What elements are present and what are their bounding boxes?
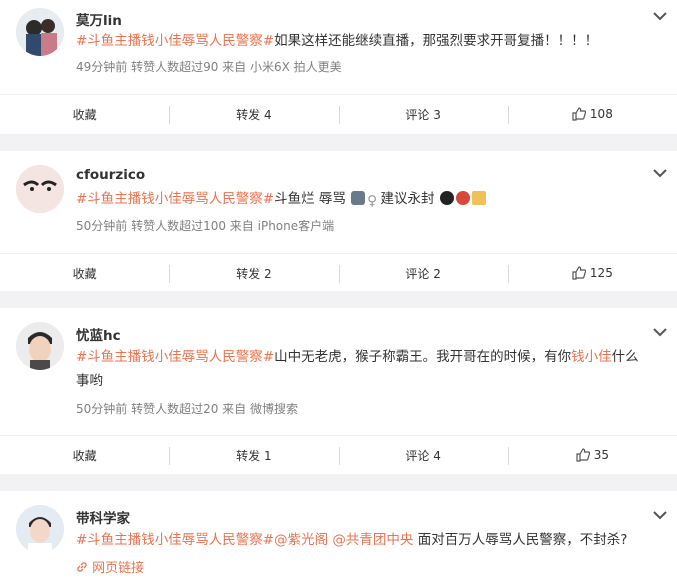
post-text: #斗鱼主播钱小佳辱骂人民警察#如果这样还能继续直播，那强烈要求开哥复播！！！！ — [76, 33, 599, 49]
female-sign-icon: ♀ — [367, 193, 378, 209]
comment-button[interactable]: 评论 4 — [338, 436, 508, 474]
comment-button[interactable]: 评论 3 — [338, 95, 508, 133]
hashtag-link[interactable]: #斗鱼主播钱小佳辱骂人民警察# — [76, 532, 274, 548]
repost-button[interactable]: 转发 2 — [169, 254, 338, 292]
thumbs-up-icon — [576, 448, 590, 462]
hashtag-link[interactable]: #斗鱼主播钱小佳辱骂人民警察# — [76, 191, 274, 207]
thumbs-up-icon — [572, 266, 586, 280]
post-text: #斗鱼主播钱小佳辱骂人民警察#山中无老虎，猴子称霸王。我开哥在的时候，有你钱小佳… — [76, 349, 639, 389]
username[interactable]: 带科学家 — [76, 507, 130, 527]
post-card: 忧蓝hc #斗鱼主播钱小佳辱骂人民警察#山中无老虎，猴子称霸王。我开哥在的时候，… — [0, 308, 677, 474]
like-button[interactable]: 125 — [507, 254, 677, 292]
house-emoji-icon — [471, 191, 486, 205]
repost-button[interactable]: 转发 4 — [169, 95, 338, 133]
avatar[interactable] — [16, 505, 64, 553]
comment-button[interactable]: 评论 2 — [338, 254, 508, 292]
mention-link[interactable]: @紫光阁 — [274, 532, 328, 548]
avatar[interactable] — [16, 165, 64, 213]
like-button[interactable]: 35 — [507, 436, 677, 474]
collect-button[interactable]: 收藏 — [0, 436, 169, 474]
collect-button[interactable]: 收藏 — [0, 254, 169, 292]
chevron-down-icon[interactable] — [653, 169, 667, 178]
post-meta: 50分钟前 转赞人数超过20 来自 微博搜索 — [76, 402, 298, 416]
chevron-down-icon[interactable] — [653, 12, 667, 21]
hashtag-link[interactable]: #斗鱼主播钱小佳辱骂人民警察# — [76, 33, 274, 49]
web-link[interactable]: 网页链接 — [76, 557, 144, 576]
hashtag-link[interactable]: #斗鱼主播钱小佳辱骂人民警察# — [76, 349, 274, 365]
action-bar: 收藏 转发 2 评论 2 125 — [0, 253, 677, 291]
police-emoji-icon — [351, 191, 366, 205]
action-bar: 收藏 转发 4 评论 3 108 — [0, 94, 677, 132]
collect-button[interactable]: 收藏 — [0, 95, 169, 133]
action-bar: 收藏 转发 1 评论 4 35 — [0, 435, 677, 473]
username[interactable]: cfourzico — [76, 167, 145, 183]
avatar[interactable] — [16, 8, 64, 56]
post-card: cfourzico #斗鱼主播钱小佳辱骂人民警察#斗鱼烂 辱骂 ♀ 建议永封 5… — [0, 151, 677, 291]
red-circle-emoji-icon — [455, 191, 470, 205]
link-icon — [77, 562, 87, 572]
repost-button[interactable]: 转发 1 — [169, 436, 338, 474]
avatar[interactable] — [16, 322, 64, 370]
post-meta: 49分钟前 转赞人数超过90 来自 小米6X 拍人更美 — [76, 60, 342, 74]
like-button[interactable]: 108 — [507, 95, 677, 133]
eight-ball-emoji-icon — [439, 191, 454, 205]
post-meta: 50分钟前 转赞人数超过100 来自 iPhone客户端 — [76, 219, 335, 233]
post-text: #斗鱼主播钱小佳辱骂人民警察#斗鱼烂 辱骂 ♀ 建议永封 — [76, 187, 657, 211]
post-text: #斗鱼主播钱小佳辱骂人民警察#@紫光阁 @共青团中央 面对百万人辱骂人民警察，不… — [76, 532, 628, 548]
post-card: 莫万lin #斗鱼主播钱小佳辱骂人民警察#如果这样还能继续直播，那强烈要求开哥复… — [0, 0, 677, 134]
chevron-down-icon[interactable] — [653, 511, 667, 520]
post-card: 带科学家 #斗鱼主播钱小佳辱骂人民警察#@紫光阁 @共青团中央 面对百万人辱骂人… — [0, 491, 677, 584]
mention-link[interactable]: @共青团中央 — [332, 532, 413, 548]
username[interactable]: 忧蓝hc — [76, 324, 121, 344]
chevron-down-icon[interactable] — [653, 328, 667, 337]
thumbs-up-icon — [572, 107, 586, 121]
username[interactable]: 莫万lin — [76, 9, 122, 29]
